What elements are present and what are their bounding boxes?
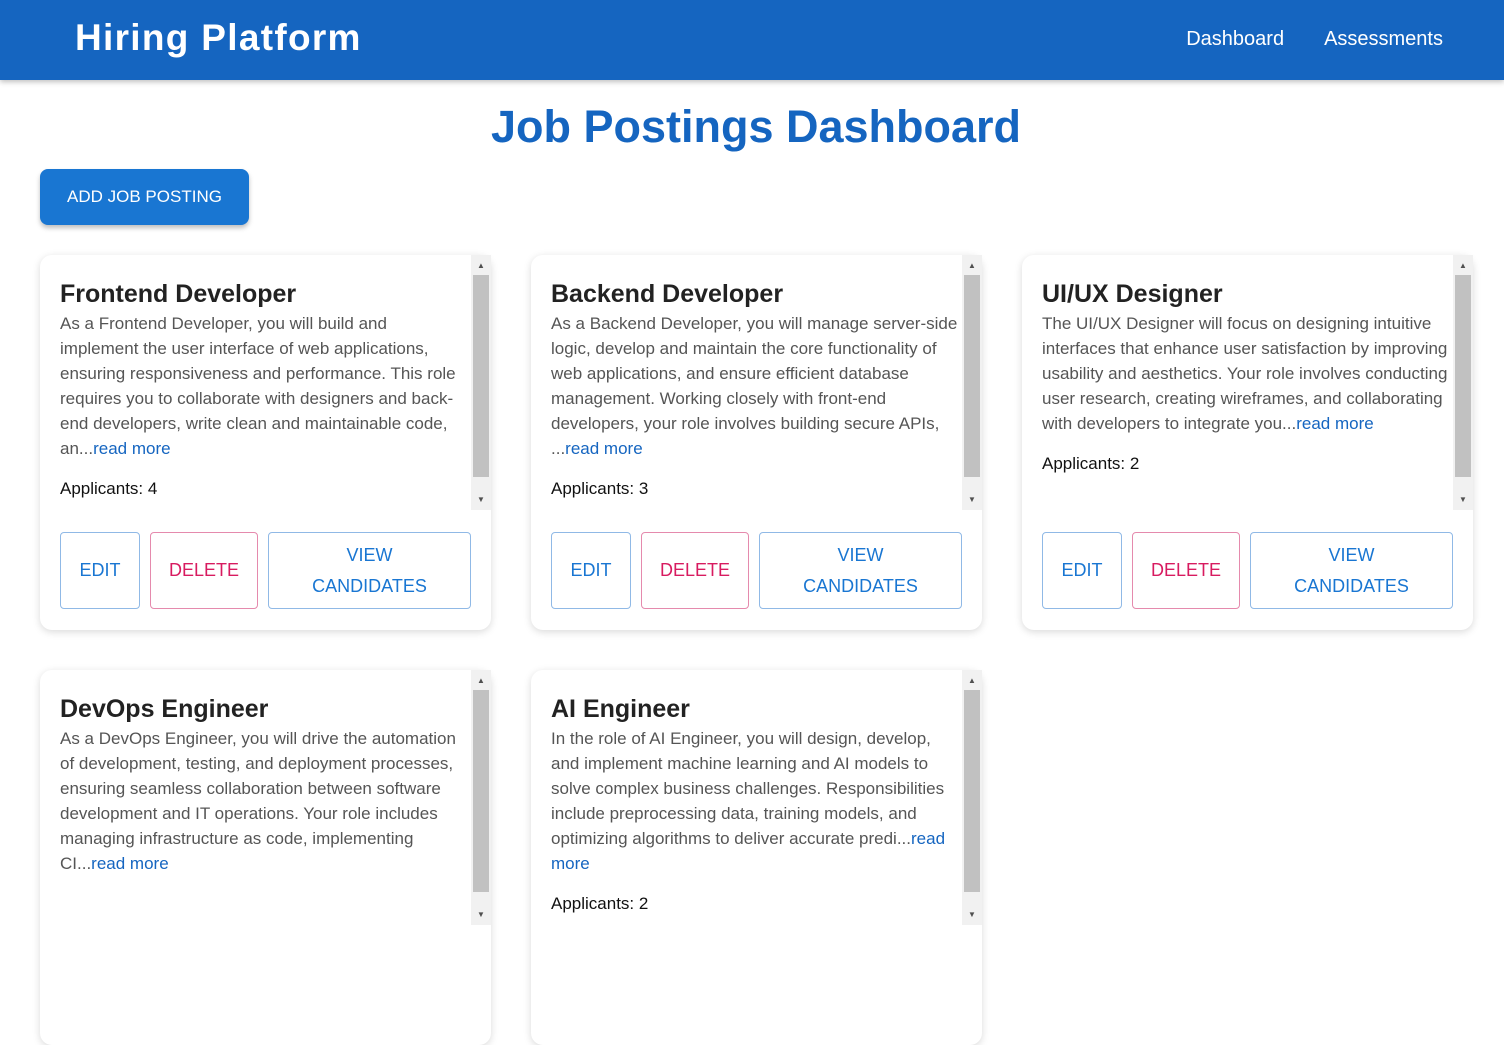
job-card-content: Backend Developer As a Backend Developer… [551,279,961,499]
job-title: Frontend Developer [60,280,297,308]
view-candidates-line1: VIEW [837,544,884,565]
nav-dashboard-link[interactable]: Dashboard [1186,28,1284,51]
delete-button[interactable]: DELETE [641,532,749,609]
triangle-down-icon[interactable]: ▼ [962,491,982,508]
triangle-down-icon[interactable]: ▼ [471,906,491,923]
job-card: Backend Developer As a Backend Developer… [531,255,982,630]
top-app-bar: Hiring Platform Dashboard Assessments [0,0,1504,80]
read-more-link[interactable]: read more [565,439,642,458]
view-candidates-button[interactable]: VIEW CANDIDATES [759,532,962,609]
job-description-text: As a Backend Developer, you will manage … [551,314,958,458]
job-description: As a DevOps Engineer, you will drive the… [60,726,470,876]
top-nav: Dashboard Assessments [1186,28,1443,51]
job-card: DevOps Engineer As a DevOps Engineer, yo… [40,670,491,1045]
job-title: AI Engineer [551,695,690,723]
job-card-scroll-area[interactable]: Backend Developer As a Backend Developer… [531,255,982,510]
job-card-scroll-area[interactable]: AI Engineer In the role of AI Engineer, … [531,670,982,925]
card-scrollbar[interactable]: ▲ ▼ [471,255,491,510]
page-title: Job Postings Dashboard [490,101,1022,152]
triangle-up-icon[interactable]: ▲ [1453,257,1473,274]
read-more-link[interactable]: read more [91,854,168,873]
job-card-content: AI Engineer In the role of AI Engineer, … [551,694,961,914]
scrollbar-thumb[interactable] [964,275,980,477]
applicants-count: Applicants: 4 [60,479,158,498]
job-description: As a Frontend Developer, you will build … [60,311,470,461]
edit-button[interactable]: EDIT [551,532,631,609]
job-card: Frontend Developer As a Frontend Develop… [40,255,491,630]
job-description-text: As a DevOps Engineer, you will drive the… [60,729,456,873]
triangle-down-icon[interactable]: ▼ [962,906,982,923]
triangle-up-icon[interactable]: ▲ [962,672,982,689]
read-more-link[interactable]: read more [1296,414,1373,433]
view-candidates-line2: CANDIDATES [1294,575,1409,596]
view-candidates-line1: VIEW [1328,544,1375,565]
view-candidates-line2: CANDIDATES [312,575,427,596]
brand-title: Hiring Platform [75,17,362,58]
view-candidates-button[interactable]: VIEW CANDIDATES [1250,532,1453,609]
delete-button[interactable]: DELETE [1132,532,1240,609]
card-scrollbar[interactable]: ▲ ▼ [471,670,491,925]
edit-button[interactable]: EDIT [1042,532,1122,609]
applicants-count: Applicants: 2 [1042,454,1140,473]
job-card-content: UI/UX Designer The UI/UX Designer will f… [1042,279,1452,474]
card-scrollbar[interactable]: ▲ ▼ [962,255,982,510]
job-card-scroll-area[interactable]: DevOps Engineer As a DevOps Engineer, yo… [40,670,491,925]
nav-assessments-link[interactable]: Assessments [1324,28,1443,51]
job-card-content: Frontend Developer As a Frontend Develop… [60,279,470,499]
scrollbar-thumb[interactable] [473,690,489,892]
job-description-text: The UI/UX Designer will focus on designi… [1042,314,1448,433]
job-description: In the role of AI Engineer, you will des… [551,726,961,876]
job-card: AI Engineer In the role of AI Engineer, … [531,670,982,1045]
triangle-down-icon[interactable]: ▼ [1453,491,1473,508]
job-title: Backend Developer [551,280,784,308]
applicants-count: Applicants: 2 [551,894,649,913]
delete-button[interactable]: DELETE [150,532,258,609]
view-candidates-line2: CANDIDATES [803,575,918,596]
job-title: UI/UX Designer [1042,280,1223,308]
job-title: DevOps Engineer [60,695,269,723]
triangle-up-icon[interactable]: ▲ [471,257,491,274]
card-scrollbar[interactable]: ▲ ▼ [962,670,982,925]
scrollbar-thumb[interactable] [964,690,980,892]
scrollbar-thumb[interactable] [473,275,489,477]
applicants-count: Applicants: 3 [551,479,649,498]
edit-button[interactable]: EDIT [60,532,140,609]
triangle-up-icon[interactable]: ▲ [962,257,982,274]
job-description-text: In the role of AI Engineer, you will des… [551,729,945,848]
job-card-scroll-area[interactable]: UI/UX Designer The UI/UX Designer will f… [1022,255,1473,510]
triangle-up-icon[interactable]: ▲ [471,672,491,689]
card-scrollbar[interactable]: ▲ ▼ [1453,255,1473,510]
job-card-scroll-area[interactable]: Frontend Developer As a Frontend Develop… [40,255,491,510]
job-description: The UI/UX Designer will focus on designi… [1042,311,1452,436]
scrollbar-thumb[interactable] [1455,275,1471,477]
job-description-text: As a Frontend Developer, you will build … [60,314,456,458]
job-description: As a Backend Developer, you will manage … [551,311,961,461]
job-card: UI/UX Designer The UI/UX Designer will f… [1022,255,1473,630]
job-card-content: DevOps Engineer As a DevOps Engineer, yo… [60,694,470,894]
view-candidates-button[interactable]: VIEW CANDIDATES [268,532,471,609]
triangle-down-icon[interactable]: ▼ [471,491,491,508]
add-job-posting-button[interactable]: ADD JOB POSTING [40,169,249,225]
read-more-link[interactable]: read more [93,439,170,458]
view-candidates-line1: VIEW [346,544,393,565]
